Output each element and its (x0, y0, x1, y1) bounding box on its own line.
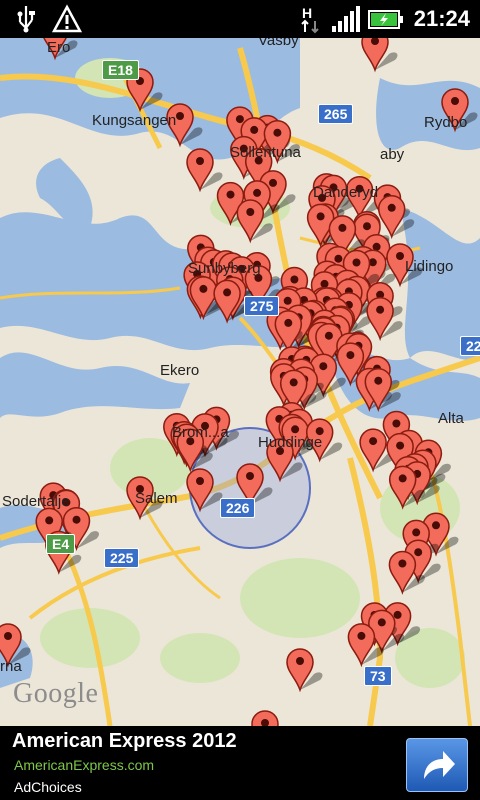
ad-choices-link[interactable]: AdChoices (14, 779, 82, 795)
status-time: 21:24 (413, 6, 470, 31)
status-bar: H 21:24 (0, 0, 480, 38)
ad-banner[interactable]: American Express 2012 AmericanExpress.co… (0, 726, 480, 800)
map-view[interactable]: Ero Vasby Kungsangen Rydbo Sollentuna ab… (0, 38, 480, 726)
place-label-rna: rna (0, 658, 22, 675)
road-shield-226: 226 (220, 498, 256, 518)
place-label-vasby: Vasby (258, 38, 299, 49)
ad-title[interactable]: American Express 2012 (12, 730, 237, 753)
road-shield-73: 73 (364, 666, 392, 686)
warning-icon (51, 4, 83, 39)
google-attribution: Google (13, 678, 99, 709)
place-label-salem: Salem (135, 490, 178, 507)
road-shield-225: 225 (104, 548, 140, 568)
road-shield-22: 22 (460, 336, 480, 356)
place-label-sundbyberg: Sunbyberg (188, 260, 261, 277)
place-label-ero: Ero (47, 39, 71, 56)
place-label-sollentuna: Sollentuna (230, 144, 301, 161)
network-type-label: H (302, 5, 312, 21)
map-base (0, 38, 480, 726)
road-shield-e18: E18 (102, 60, 139, 80)
road-shield-275: 275 (244, 296, 280, 316)
place-label-lidingo: Lidingo (405, 258, 454, 275)
battery-icon (368, 4, 404, 39)
place-label-sodertalje: Sodertalje (2, 493, 70, 510)
ad-open-button[interactable] (406, 738, 468, 792)
place-label-ekero: Ekero (160, 362, 200, 379)
place-label-danderyd: Danderyd (313, 184, 379, 201)
road-shield-265: 265 (318, 104, 354, 124)
share-arrow-icon (424, 751, 455, 779)
road-shield-e4: E4 (46, 534, 76, 554)
place-label-bromma: Brom...a (172, 424, 229, 441)
place-label-alta: Alta (438, 410, 464, 427)
place-label-taby: aby (380, 146, 405, 163)
place-label-kungsangen: Kungsangen (92, 112, 177, 129)
place-label-rydbo: Rydbo (424, 114, 468, 131)
signal-icon (332, 4, 360, 39)
place-label-huddinge: Huddinge (258, 434, 323, 451)
usb-icon (14, 4, 38, 39)
hsdpa-icon: H (300, 4, 322, 41)
ad-url[interactable]: AmericanExpress.com (14, 757, 154, 773)
